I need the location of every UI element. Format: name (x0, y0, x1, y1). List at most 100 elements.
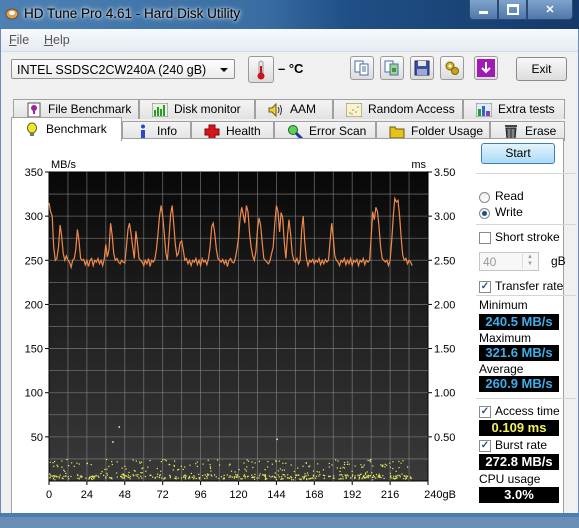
temperature-button[interactable] (248, 56, 274, 83)
x-tick-label: 48 (119, 489, 131, 501)
access-time-point (278, 476, 280, 478)
menu-file[interactable]: File (9, 33, 29, 47)
access-time-point (328, 475, 330, 477)
access-time-point (340, 478, 342, 480)
access-time-point (52, 462, 54, 464)
access-time-point (398, 466, 400, 469)
transfer-rate-checkbox[interactable]: ✓ (479, 281, 491, 293)
access-time-point (55, 475, 57, 477)
access-time-point (61, 460, 63, 462)
tab-benchmark[interactable]: Benchmark (11, 117, 122, 141)
access-time-point (142, 467, 144, 469)
access-time-point (370, 461, 372, 463)
access-time-point (193, 478, 195, 480)
access-time-point (247, 475, 249, 477)
access-time-point (111, 460, 113, 463)
access-time-point (123, 474, 125, 476)
access-time-point (409, 476, 412, 478)
access-time-point (345, 475, 347, 477)
read-radio[interactable] (479, 192, 490, 203)
access-time-point (243, 475, 245, 477)
access-time-point (210, 474, 212, 476)
access-time-point (53, 465, 55, 467)
copy-screenshot-button[interactable] (380, 56, 404, 80)
burst-rate-checkbox[interactable]: ✓ (479, 440, 491, 452)
access-time-point (277, 470, 280, 472)
access-time-point (97, 475, 99, 477)
copy-text-button[interactable] (350, 56, 374, 80)
tab-random-access[interactable]: Random Access (333, 99, 463, 119)
access-time-checkbox[interactable]: ✓ (479, 406, 491, 418)
access-time-point (302, 465, 304, 467)
access-time-point (395, 475, 397, 477)
tab-file-benchmark[interactable]: File Benchmark (13, 99, 139, 119)
access-time-point (79, 476, 81, 478)
access-time-point (152, 476, 154, 478)
gears-icon (445, 61, 459, 75)
tab-aam[interactable]: AAM (255, 99, 333, 119)
maximum-value: 321.6 MB/s (479, 345, 559, 361)
access-time-point (244, 475, 246, 477)
access-time-point (61, 466, 63, 468)
maximize-button[interactable] (498, 0, 527, 20)
thermometer-icon (257, 60, 265, 79)
access-time-point (191, 476, 193, 478)
access-time-point (93, 478, 95, 480)
access-time-point (184, 478, 187, 480)
spinner-arrows-icon[interactable]: ▲ ▼ (522, 254, 537, 269)
save-button[interactable] (410, 56, 434, 80)
access-time-point (58, 475, 60, 478)
access-time-point (160, 470, 162, 472)
minimize-button[interactable] (469, 0, 498, 20)
access-time-point (236, 475, 238, 477)
access-time-point (233, 477, 236, 479)
access-time-point (177, 477, 179, 479)
access-time-point (368, 476, 370, 478)
access-time-point (121, 467, 123, 469)
tab-disk-monitor[interactable]: Disk monitor (139, 99, 255, 119)
write-radio[interactable] (479, 208, 490, 219)
tab-label: Benchmark (46, 122, 107, 136)
drive-select[interactable]: INTEL SSDSC2CW240A (240 gB) (11, 59, 235, 79)
access-time-point (223, 477, 225, 479)
access-time-point (65, 475, 67, 477)
minimize-icon (479, 11, 488, 14)
burst-rate-label: Burst rate (495, 438, 548, 452)
access-time-point (300, 478, 302, 480)
short-stroke-checkbox[interactable] (479, 232, 491, 244)
access-time-point (169, 477, 171, 479)
x-tick-label: 120 (229, 489, 247, 501)
access-time-point (125, 468, 127, 470)
access-time-point (258, 477, 260, 479)
cpu-usage-label: CPU usage (479, 472, 541, 486)
access-time-point (360, 473, 362, 475)
access-time-point (215, 476, 217, 478)
access-time-point (49, 473, 51, 475)
close-button[interactable]: ✕ (527, 0, 573, 20)
access-time-point (392, 461, 394, 463)
access-time-point (366, 475, 368, 477)
access-time-point (251, 461, 253, 463)
access-time-point (270, 476, 272, 478)
menu-help[interactable]: Help (44, 33, 70, 47)
access-time-point (134, 470, 136, 472)
access-time-point (104, 468, 106, 471)
x-tick-label: 24 (81, 489, 93, 501)
access-time-point (335, 459, 337, 461)
access-time-point (396, 477, 398, 479)
download-button[interactable] (474, 56, 498, 80)
short-stroke-input[interactable]: 40 ▲ ▼ (479, 252, 539, 271)
tab-extra-tests[interactable]: Extra tests (463, 99, 565, 119)
access-time-point (264, 477, 267, 479)
access-time-point (164, 459, 166, 461)
start-button[interactable]: Start (481, 143, 555, 164)
access-time-point (243, 462, 245, 464)
divider (476, 224, 576, 225)
access-time-point (366, 471, 368, 473)
exit-button[interactable]: Exit (516, 57, 567, 81)
access-time-point (348, 463, 350, 465)
access-time-point (362, 466, 364, 468)
options-button[interactable] (440, 56, 464, 80)
access-time-point (159, 475, 161, 477)
y-right-tick-label: 1.00 (434, 388, 455, 400)
